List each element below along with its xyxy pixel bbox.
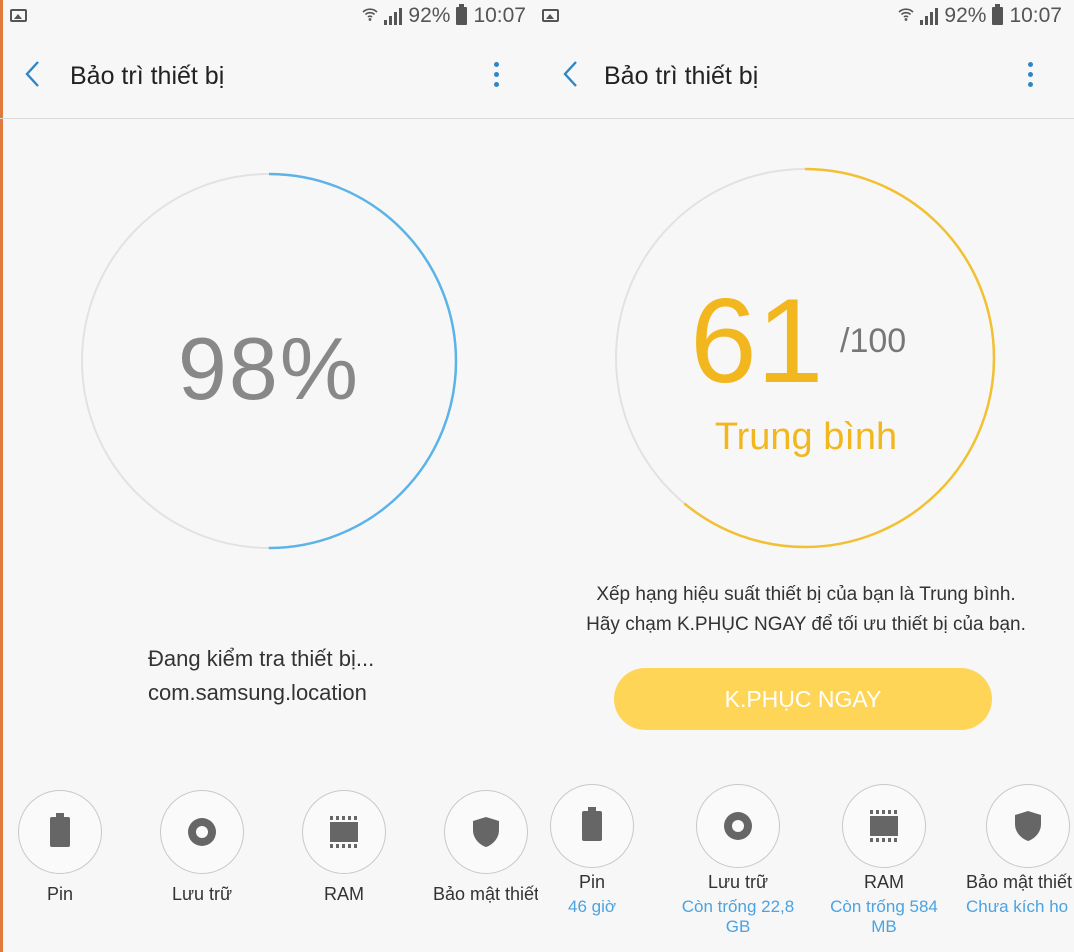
- ram-icon: [330, 816, 358, 848]
- scan-status: Đang kiểm tra thiết bị... com.samsung.lo…: [148, 642, 374, 710]
- storage-icon: [188, 818, 216, 846]
- ram-icon: [870, 810, 898, 842]
- tile-button[interactable]: [842, 784, 926, 868]
- tile-label: Pin: [578, 872, 605, 892]
- shield-icon: [1014, 810, 1042, 847]
- tile-label: Lưu trữ: [707, 872, 769, 892]
- battery-status-icon: [992, 4, 1004, 25]
- tile-detail: Chưa kích ho: [966, 897, 1069, 916]
- tile-button[interactable]: [160, 790, 244, 874]
- scan-package-name: com.samsung.location: [148, 680, 367, 705]
- tile-label: RAM: [864, 872, 904, 892]
- left-screen: 92% 10:07 Bảo trì thiết bị 98% Đang kiểm…: [0, 0, 538, 952]
- tile-label: Pin: [46, 884, 73, 904]
- tile-button[interactable]: [986, 784, 1070, 868]
- rating-description-line: Xếp hạng hiệu suất thiết bị của bạn là T…: [596, 584, 1016, 605]
- app-bar: Bảo trì thiết bị: [0, 34, 538, 119]
- back-arrow-icon[interactable]: [562, 60, 578, 88]
- back-arrow-icon[interactable]: [24, 60, 40, 88]
- battery-percent: 92%: [944, 4, 987, 27]
- gallery-notification-icon: [10, 9, 27, 22]
- tile-button[interactable]: [18, 790, 102, 874]
- tile-ram[interactable]: RAM Còn trống 584 MB: [822, 784, 946, 937]
- tile-label: RAM: [324, 884, 364, 904]
- storage-icon: [724, 812, 752, 840]
- rating-instruction-line: Hãy chạm K.PHỤC NGAY để tối ưu thiết bị …: [586, 614, 1026, 635]
- performance-score-total: /100: [840, 322, 907, 360]
- battery-percent: 92%: [408, 4, 451, 27]
- page-title: Bảo trì thiết bị: [70, 62, 225, 90]
- tile-label: Bảo mật thiết: [432, 884, 538, 904]
- tile-battery[interactable]: Pin 46 giờ: [550, 784, 634, 917]
- clock: 10:07: [1009, 4, 1062, 27]
- tile-detail: 46 giờ: [567, 897, 616, 916]
- tile-storage[interactable]: Lưu trữ Còn trống 22,8 GB: [676, 784, 800, 937]
- shield-icon: [472, 816, 500, 853]
- wifi-icon: [362, 6, 378, 27]
- status-bar: 92% 10:07: [0, 0, 538, 34]
- battery-icon: [50, 813, 70, 847]
- tile-security[interactable]: Bảo mật thiết: [433, 790, 538, 905]
- tile-label: Lưu trữ: [171, 884, 233, 904]
- tile-security[interactable]: Bảo mật thiết Chưa kích ho: [966, 784, 1074, 917]
- clock: 10:07: [473, 4, 526, 27]
- page-title: Bảo trì thiết bị: [604, 62, 759, 90]
- tile-battery[interactable]: Pin: [18, 790, 102, 905]
- tile-ram[interactable]: RAM: [302, 790, 386, 905]
- scan-progress-text: 98%: [177, 319, 361, 418]
- rating-description: Xếp hạng hiệu suất thiết bị của bạn là T…: [538, 580, 1074, 640]
- wifi-icon: [898, 6, 914, 27]
- more-options-icon[interactable]: [1028, 62, 1034, 90]
- signal-icon: [920, 7, 939, 25]
- battery-icon: [582, 807, 602, 841]
- tile-button[interactable]: [550, 784, 634, 868]
- status-bar: 92% 10:07: [538, 0, 1074, 34]
- tile-button[interactable]: [444, 790, 528, 874]
- tile-label: Bảo mật thiết: [966, 872, 1073, 892]
- window-edge: [0, 0, 3, 952]
- more-options-icon[interactable]: [494, 62, 500, 90]
- fix-now-button[interactable]: K.PHỤC NGAY: [614, 668, 992, 730]
- tile-detail: Còn trống 22,8 GB: [681, 897, 795, 936]
- battery-status-icon: [456, 4, 468, 25]
- tile-button[interactable]: [696, 784, 780, 868]
- app-bar: Bảo trì thiết bị: [538, 34, 1074, 119]
- performance-score: 61: [690, 274, 824, 408]
- scan-status-line: Đang kiểm tra thiết bị...: [148, 646, 375, 671]
- signal-icon: [384, 7, 403, 25]
- tile-detail: Còn trống 584 MB: [830, 897, 938, 936]
- gallery-notification-icon: [542, 9, 559, 22]
- tile-storage[interactable]: Lưu trữ: [160, 790, 244, 905]
- tile-button[interactable]: [302, 790, 386, 874]
- performance-rating: Trung bình: [714, 416, 898, 458]
